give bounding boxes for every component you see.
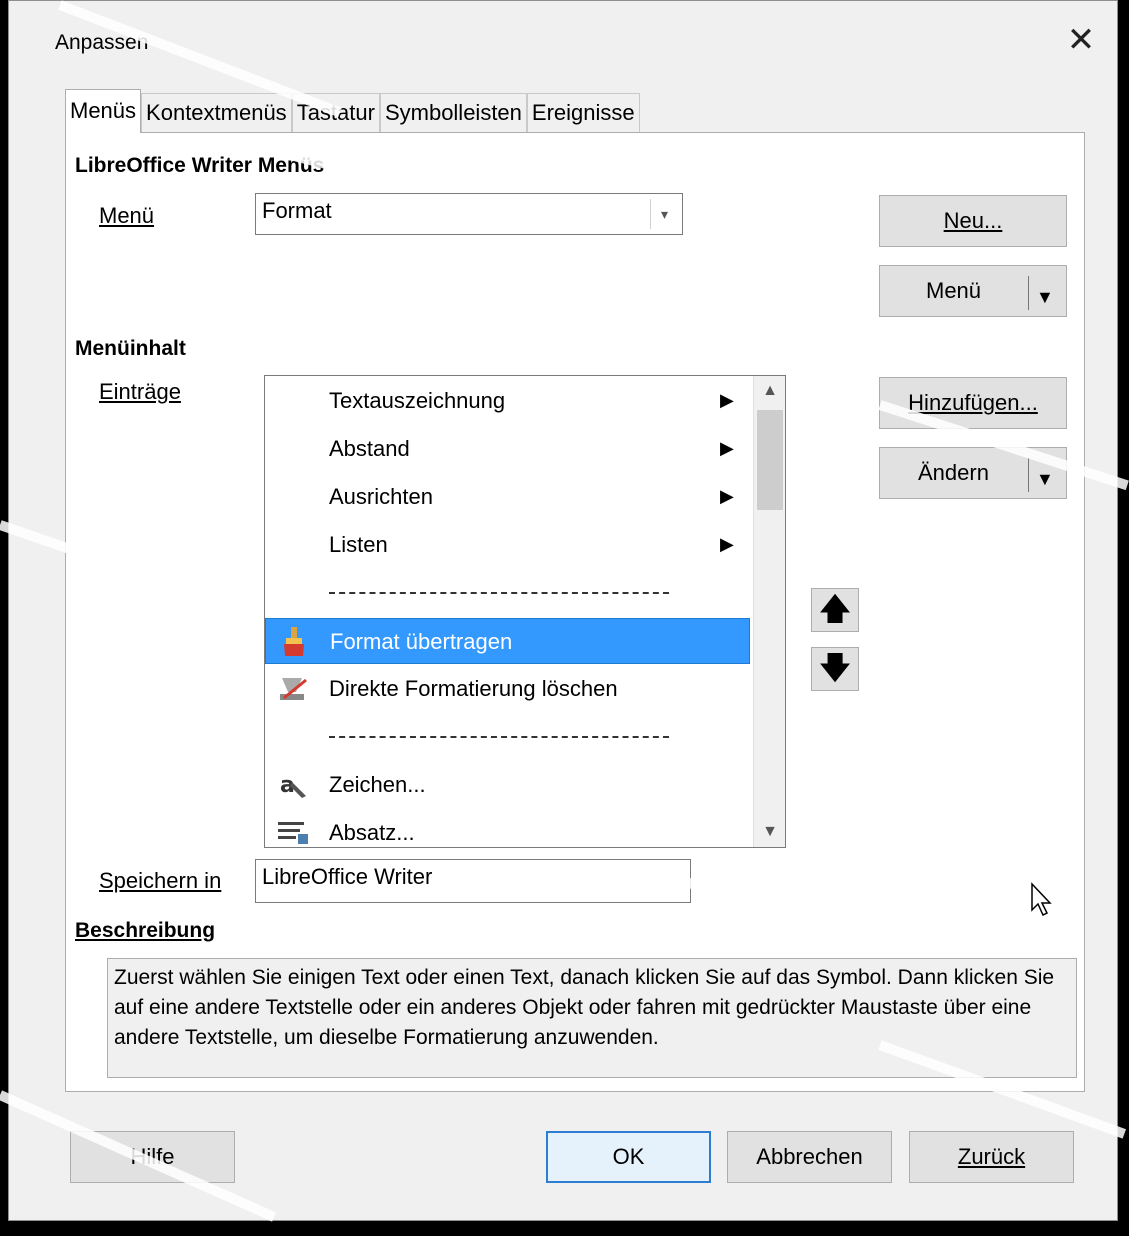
paintbrush-icon — [276, 625, 312, 659]
separator-line — [329, 736, 669, 738]
list-item[interactable]: Abstand ▶ — [265, 426, 750, 472]
list-item[interactable]: Ausrichten ▶ — [265, 474, 750, 520]
separator-item[interactable] — [265, 570, 750, 616]
submenu-arrow-icon: ▶ — [720, 390, 734, 410]
customize-dialog: Anpassen ✕ Menüs Kontextmenüs Tastatur S… — [8, 0, 1118, 1221]
list-item[interactable]: Textauszeichnung ▶ — [265, 378, 750, 424]
move-up-arrow-icon[interactable]: 🡅 — [811, 588, 859, 632]
tab-toolbars[interactable]: Symbolleisten — [379, 93, 527, 133]
scroll-up-icon[interactable]: ▲ — [754, 376, 785, 406]
chevron-down-icon: ▾ — [650, 199, 678, 229]
list-item-label: Zeichen... — [329, 772, 426, 797]
scrollbar-thumb[interactable] — [757, 410, 783, 510]
tab-menus[interactable]: Menüs — [65, 89, 142, 133]
mouse-pointer-icon — [1031, 882, 1052, 917]
list-item[interactable]: Listen ▶ — [265, 522, 750, 568]
add-button-label: Hinzufügen... — [908, 390, 1038, 415]
reset-button[interactable]: Zurück — [909, 1131, 1074, 1183]
list-item[interactable]: a Zeichen... — [265, 762, 750, 808]
tab-bar: Menüs Kontextmenüs Tastatur Symbolleiste… — [65, 89, 640, 133]
reset-button-label: Zurück — [957, 1144, 1026, 1169]
entries-list[interactable]: Textauszeichnung ▶ Abstand ▶ Ausrichten … — [264, 375, 786, 848]
entries-label: Einträge — [99, 379, 181, 404]
menu-split-button-label: Menü — [926, 278, 982, 303]
change-button-label: Ändern — [918, 460, 989, 485]
description-heading: Beschreibung — [75, 919, 216, 942]
entries-scrollbar[interactable]: ▲ ▼ — [753, 376, 785, 847]
menu-split-button[interactable]: Menü ▼ — [879, 265, 1067, 317]
cancel-button[interactable]: Abbrechen — [727, 1131, 892, 1183]
separator-item[interactable] — [265, 714, 750, 760]
save-in-select[interactable]: LibreOffice Writer — [255, 859, 691, 903]
split-separator — [1028, 458, 1029, 492]
split-separator — [1028, 276, 1029, 310]
close-icon[interactable]: ✕ — [1059, 21, 1103, 61]
ok-button[interactable]: OK — [546, 1131, 711, 1183]
tab-context-menus[interactable]: Kontextmenüs — [141, 93, 292, 133]
save-in-label: Speichern in — [99, 868, 221, 894]
save-in-value: LibreOffice Writer — [262, 864, 433, 889]
list-item-label: Absatz... — [329, 820, 415, 845]
list-item-label: Listen — [329, 532, 388, 557]
new-menu-button-label: Neu... — [943, 208, 1003, 233]
separator-line — [329, 592, 669, 594]
new-menu-button[interactable]: Neu... — [879, 195, 1067, 247]
menu-select[interactable]: Format ▾ — [255, 193, 683, 235]
list-item-selected[interactable]: Format übertragen — [265, 618, 750, 664]
paragraph-icon — [275, 816, 311, 847]
submenu-arrow-icon: ▶ — [720, 486, 734, 506]
scroll-down-icon[interactable]: ▼ — [754, 817, 785, 847]
caret-down-icon[interactable]: ▼ — [1036, 272, 1054, 322]
menu-label: Menü — [99, 203, 155, 228]
list-item[interactable]: Absatz... — [265, 810, 750, 847]
save-in-label-text: Speichern in — [99, 868, 222, 893]
list-item-label: Format übertragen — [330, 629, 513, 654]
menu-select-value: Format — [262, 198, 332, 223]
list-item-label: Textauszeichnung — [329, 388, 506, 413]
menus-panel: LibreOffice Writer Menüs Menü Format ▾ N… — [65, 132, 1085, 1092]
submenu-arrow-icon: ▶ — [720, 438, 734, 458]
list-item-label: Ausrichten — [329, 484, 433, 509]
add-button[interactable]: Hinzufügen... — [879, 377, 1067, 429]
move-down-arrow-icon[interactable]: 🡇 — [811, 647, 859, 691]
list-item-label: Abstand — [329, 436, 410, 461]
tab-events[interactable]: Ereignisse — [526, 93, 640, 133]
clear-formatting-icon — [275, 672, 311, 706]
list-item[interactable]: Direkte Formatierung löschen — [265, 666, 750, 712]
menus-heading: LibreOffice Writer Menüs — [75, 154, 325, 177]
list-item-label: Direkte Formatierung löschen — [329, 676, 618, 701]
submenu-arrow-icon: ▶ — [720, 534, 734, 554]
content-heading: Menüinhalt — [75, 337, 186, 360]
character-icon: a — [275, 768, 311, 802]
